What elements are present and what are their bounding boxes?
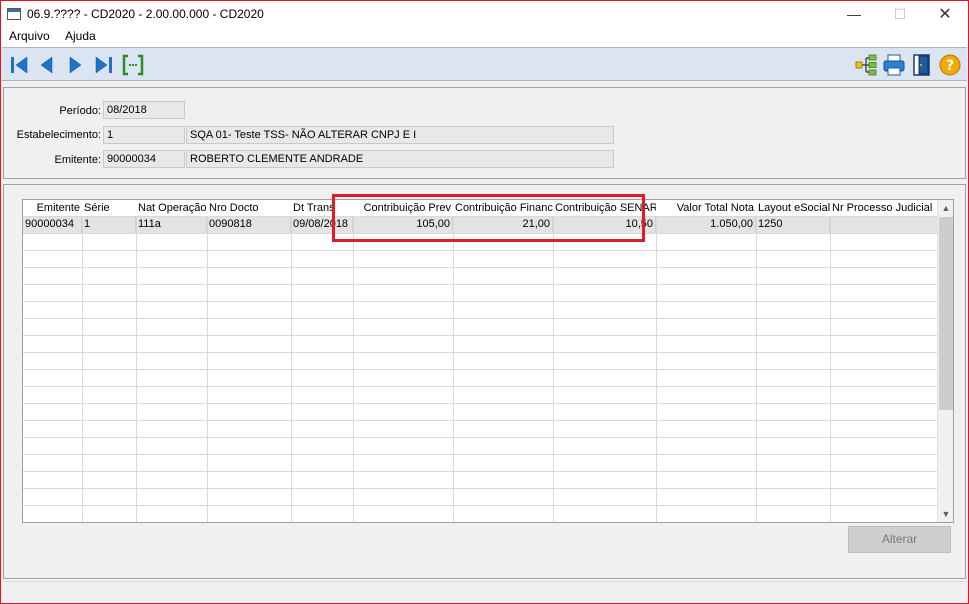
menu-arquivo[interactable]: Arquivo xyxy=(9,29,50,43)
col-header-emitente[interactable]: Emitente xyxy=(23,200,82,216)
alterar-button[interactable]: Alterar xyxy=(848,526,951,553)
grid-row-line xyxy=(23,284,938,285)
window-title: 06.9.???? - CD2020 - 2.00.00.000 - CD202… xyxy=(27,7,264,21)
first-record-icon xyxy=(11,56,28,74)
grid-row-line xyxy=(23,437,938,438)
scroll-up-icon[interactable]: ▲ xyxy=(938,200,953,216)
cell-nr-processo-judicial[interactable] xyxy=(830,216,938,233)
app-icon xyxy=(7,8,21,20)
grid-row-line xyxy=(23,505,938,506)
print-button[interactable] xyxy=(882,53,906,77)
col-header-layout-esocial[interactable]: Layout eSocial xyxy=(756,200,830,216)
tree-view-button[interactable] xyxy=(854,53,878,77)
grid-row-line xyxy=(23,318,938,319)
grid-row-line xyxy=(23,420,938,421)
grid-column-line xyxy=(291,216,292,522)
cell-nro-docto[interactable]: 0090818 xyxy=(207,216,291,233)
grid-row-line xyxy=(23,522,938,523)
menu-bar: Arquivo Ajuda xyxy=(1,28,968,47)
filter-panel: Período: 08/2018 Estabelecimento: 1 SQA … xyxy=(3,87,966,179)
first-record-button[interactable] xyxy=(8,53,32,77)
application-window: 06.9.???? - CD2020 - 2.00.00.000 - CD202… xyxy=(0,0,969,604)
go-to-record-icon xyxy=(122,54,144,76)
highlight-box xyxy=(332,194,645,242)
periodo-label: Período: xyxy=(59,105,101,117)
periodo-field[interactable]: 08/2018 xyxy=(103,101,185,119)
cell-emitente[interactable]: 90000034 xyxy=(23,216,82,233)
grid-row-line xyxy=(23,250,938,251)
emitente-name-field: ROBERTO CLEMENTE ANDRADE xyxy=(186,150,614,168)
col-header-nat-operacao[interactable]: Nat Operação xyxy=(136,200,207,216)
toolbar: ? xyxy=(2,47,967,81)
grid-column-line xyxy=(207,216,208,522)
documents-grid: Emitente Série Nat Operação Nro Docto Dt… xyxy=(22,199,954,523)
next-record-button[interactable] xyxy=(63,53,87,77)
emitente-label: Emitente: xyxy=(54,154,101,166)
title-bar: 06.9.???? - CD2020 - 2.00.00.000 - CD202… xyxy=(1,1,968,28)
estabelecimento-name-field: SQA 01- Teste TSS- NÃO ALTERAR CNPJ E I xyxy=(186,126,614,144)
close-button[interactable]: ✕ xyxy=(922,1,968,28)
maximize-button[interactable]: ☐ xyxy=(877,1,923,28)
grid-row-line xyxy=(23,488,938,489)
vertical-scrollbar[interactable]: ▲ ▼ xyxy=(937,200,953,522)
go-to-record-button[interactable] xyxy=(121,53,145,77)
grid-column-line xyxy=(136,216,137,522)
grid-row-line xyxy=(23,267,938,268)
printer-icon xyxy=(883,54,905,76)
grid-column-line xyxy=(353,216,354,522)
grid-row-line xyxy=(23,335,938,336)
previous-record-icon xyxy=(40,56,53,74)
minimize-button[interactable]: — xyxy=(831,1,877,28)
last-record-icon xyxy=(95,56,112,74)
col-header-nr-processo-judicial[interactable]: Nr Processo Judicial xyxy=(830,200,938,216)
cell-layout-esocial[interactable]: 1250 xyxy=(756,216,830,233)
exit-button[interactable] xyxy=(910,53,934,77)
help-button[interactable]: ? xyxy=(938,53,962,77)
grid-row-line xyxy=(23,403,938,404)
svg-text:?: ? xyxy=(946,58,954,74)
previous-record-button[interactable] xyxy=(35,53,59,77)
tree-view-icon xyxy=(855,54,877,76)
grid-row-line xyxy=(23,352,938,353)
grid-column-line xyxy=(830,216,831,522)
next-record-icon xyxy=(69,56,82,74)
grid-column-line xyxy=(82,216,83,522)
cell-serie[interactable]: 1 xyxy=(82,216,136,233)
grid-column-line xyxy=(553,216,554,522)
cell-valor-total-nota[interactable]: 1.050,00 xyxy=(656,216,756,233)
grid-row-line xyxy=(23,471,938,472)
grid-row-line xyxy=(23,454,938,455)
grid-column-line xyxy=(656,216,657,522)
menu-ajuda[interactable]: Ajuda xyxy=(65,29,96,43)
grid-row-line xyxy=(23,369,938,370)
estabelecimento-code-field[interactable]: 1 xyxy=(103,126,185,144)
col-header-nro-docto[interactable]: Nro Docto xyxy=(207,200,291,216)
last-record-button[interactable] xyxy=(91,53,115,77)
grid-row-line xyxy=(23,386,938,387)
grid-row-line xyxy=(23,301,938,302)
scroll-thumb[interactable] xyxy=(939,217,953,410)
cell-nat-operacao[interactable]: 111a xyxy=(136,216,207,233)
estabelecimento-label: Estabelecimento: xyxy=(16,129,101,141)
emitente-code-field[interactable]: 90000034 xyxy=(103,150,185,168)
grid-column-line xyxy=(756,216,757,522)
status-bar xyxy=(2,581,967,603)
col-header-valor-total-nota[interactable]: Valor Total Nota xyxy=(656,200,756,216)
help-icon: ? xyxy=(939,54,961,76)
col-header-serie[interactable]: Série xyxy=(82,200,136,216)
grid-column-line xyxy=(453,216,454,522)
exit-door-icon xyxy=(913,54,930,76)
grid-panel: Emitente Série Nat Operação Nro Docto Dt… xyxy=(3,184,966,579)
scroll-down-icon[interactable]: ▼ xyxy=(938,506,953,522)
